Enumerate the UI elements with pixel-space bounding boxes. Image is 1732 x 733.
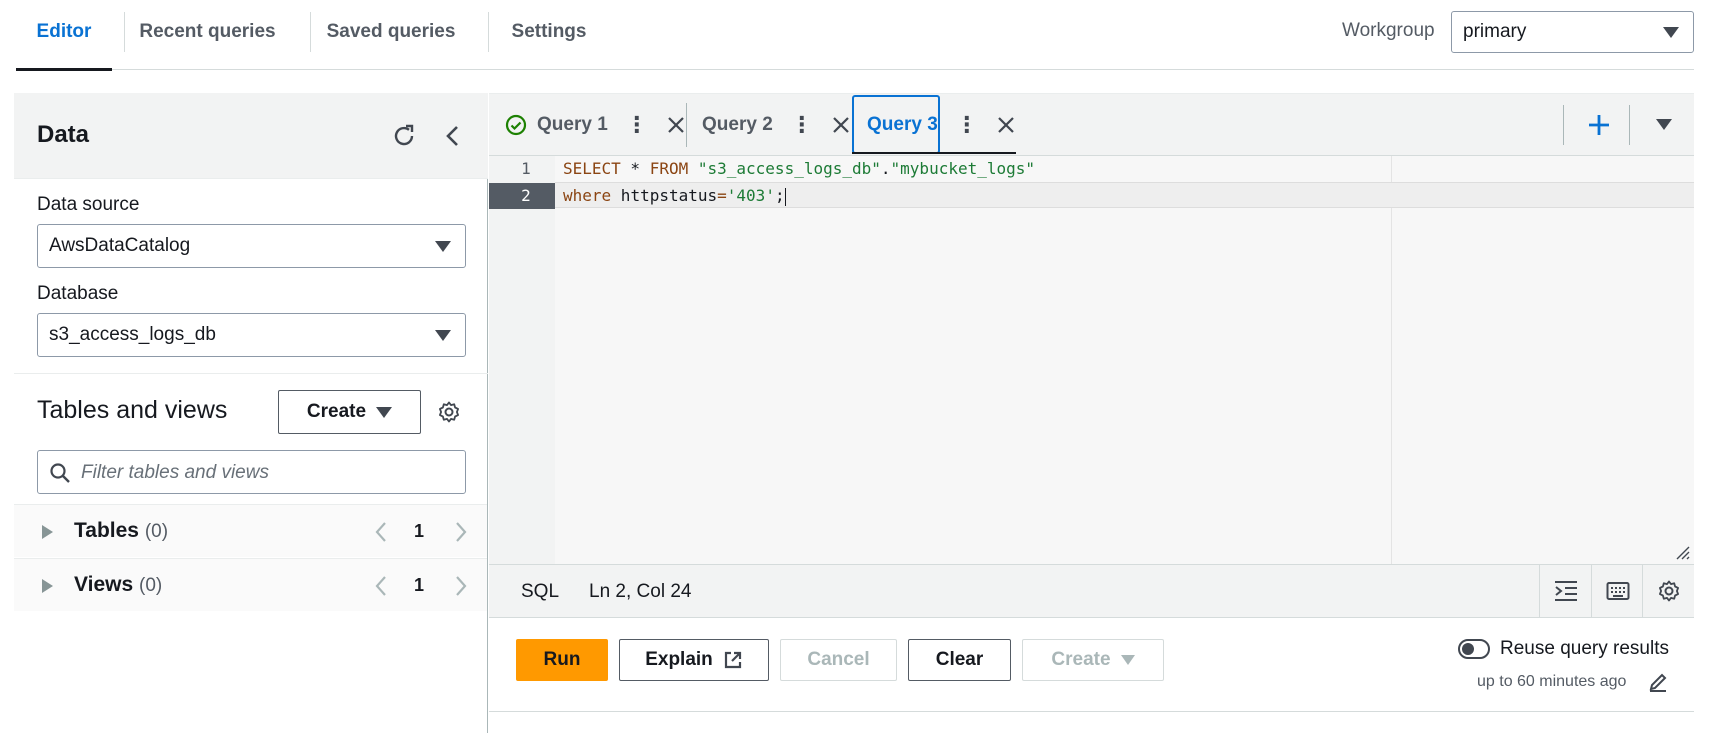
external-link-icon	[724, 651, 741, 669]
data-source-select[interactable]: AwsDataCatalog	[37, 224, 466, 268]
views-count: (0)	[139, 575, 163, 596]
query-tab-label: Query 2	[702, 114, 773, 135]
query-tab-label: Query 3	[867, 114, 938, 135]
line-gutter: 1 2	[489, 156, 555, 564]
workgroup-label: Workgroup	[1342, 20, 1435, 41]
workgroup-select[interactable]: primary	[1451, 11, 1694, 53]
divider	[14, 373, 488, 374]
tables-views-title: Tables and views	[37, 396, 228, 424]
tab-query-2[interactable]: Query 2 ⋮	[702, 94, 851, 156]
tab-editor[interactable]: Editor	[16, 0, 112, 71]
more-options-icon[interactable]: ⋮	[956, 112, 978, 138]
data-source-label: Data source	[37, 194, 140, 215]
query-tab-label: Query 1	[537, 114, 608, 135]
workgroup-value: primary	[1463, 21, 1527, 42]
prev-page-icon[interactable]	[374, 575, 388, 597]
next-page-icon[interactable]	[454, 575, 468, 597]
tables-row[interactable]: Tables (0) 1	[14, 504, 487, 557]
run-button[interactable]: Run	[516, 639, 608, 681]
close-icon[interactable]	[996, 115, 1016, 135]
caret-down-icon	[1663, 27, 1679, 38]
tables-count: (0)	[144, 521, 169, 542]
query-tabs-bar: Query 1 ⋮ Query 2 ⋮ Query 3 ⋮	[489, 94, 1694, 156]
refresh-icon[interactable]	[389, 121, 419, 151]
reuse-results-subtext: up to 60 minutes ago	[1477, 673, 1627, 690]
language-label: SQL	[521, 581, 560, 602]
clear-button[interactable]: Clear	[908, 639, 1011, 681]
tab-query-3[interactable]: Query 3 ⋮	[867, 94, 1016, 156]
create-dropdown-button[interactable]: Create	[1022, 639, 1164, 681]
top-nav: Editor Recent queries Saved queries Sett…	[16, 0, 1694, 71]
more-options-icon[interactable]: ⋮	[626, 112, 648, 138]
data-panel: Data Data source AwsDataCatalog Database…	[14, 93, 488, 733]
explain-button[interactable]: Explain	[619, 639, 769, 681]
add-query-icon[interactable]	[1584, 110, 1614, 140]
views-row[interactable]: Views (0) 1	[14, 558, 487, 611]
tab-divider	[1629, 105, 1630, 145]
gear-icon[interactable]	[435, 398, 463, 426]
reuse-results-label: Reuse query results	[1500, 638, 1669, 659]
tables-label: Tables (0)	[74, 519, 169, 542]
edit-pencil-icon[interactable]	[1648, 672, 1668, 692]
views-page-number[interactable]: 1	[414, 575, 424, 596]
more-options-icon[interactable]: ⋮	[791, 112, 813, 138]
expand-icon[interactable]	[42, 525, 53, 539]
toggle-knob	[1462, 643, 1474, 655]
caret-down-icon	[376, 406, 393, 418]
next-page-icon[interactable]	[454, 521, 468, 543]
tables-page-number[interactable]: 1	[414, 521, 424, 542]
data-panel-header: Data	[14, 93, 488, 179]
editor-settings-gear-icon[interactable]	[1642, 565, 1694, 617]
line-number: 2	[489, 183, 555, 209]
tab-divider	[686, 103, 687, 147]
explain-label: Explain	[645, 649, 713, 670]
tabs-menu-icon[interactable]	[1652, 114, 1676, 134]
search-icon	[50, 463, 70, 483]
database-select[interactable]: s3_access_logs_db	[37, 313, 466, 357]
create-label: Create	[1051, 649, 1111, 670]
resize-handle-icon[interactable]	[1676, 546, 1690, 560]
filter-placeholder: Filter tables and views	[81, 462, 269, 483]
database-value: s3_access_logs_db	[49, 324, 216, 345]
query-actions: Run Explain Cancel Clear Create Reuse qu…	[489, 618, 1694, 712]
tab-settings[interactable]: Settings	[489, 0, 609, 70]
collapse-panel-icon[interactable]	[438, 121, 468, 151]
create-table-button[interactable]: Create	[278, 390, 421, 434]
views-label: Views (0)	[74, 573, 163, 596]
data-panel-title: Data	[37, 121, 90, 148]
data-source-value: AwsDataCatalog	[49, 235, 191, 256]
cancel-button[interactable]: Cancel	[780, 639, 897, 681]
database-label: Database	[37, 283, 119, 304]
caret-down-icon	[435, 241, 451, 252]
success-icon	[505, 114, 527, 136]
code-line: where httpstatus='403';	[555, 182, 1694, 208]
prev-page-icon[interactable]	[374, 521, 388, 543]
tab-recent-queries[interactable]: Recent queries	[125, 0, 290, 70]
create-label: Create	[306, 401, 367, 422]
cursor-position: Ln 2, Col 24	[589, 581, 692, 602]
query-editor: Query 1 ⋮ Query 2 ⋮ Query 3 ⋮ 1 2 SELECT…	[489, 93, 1694, 733]
editor-status-bar: SQL Ln 2, Col 24	[489, 564, 1694, 618]
reuse-results-toggle[interactable]	[1458, 639, 1490, 659]
text-cursor	[784, 187, 786, 206]
filter-tables-input[interactable]: Filter tables and views	[37, 450, 466, 494]
close-icon[interactable]	[666, 115, 686, 135]
close-icon[interactable]	[831, 115, 851, 135]
print-margin	[1391, 156, 1392, 564]
code-editor[interactable]: 1 2 SELECT * FROM "s3_access_logs_db"."m…	[489, 156, 1694, 564]
tab-divider	[1563, 105, 1564, 145]
tab-query-1[interactable]: Query 1 ⋮	[505, 94, 686, 156]
expand-icon[interactable]	[42, 579, 53, 593]
caret-down-icon	[1120, 655, 1135, 665]
keyboard-icon[interactable]	[1591, 565, 1643, 617]
code-line: SELECT * FROM "s3_access_logs_db"."mybuc…	[563, 159, 1036, 178]
caret-down-icon	[435, 330, 451, 341]
tab-saved-queries[interactable]: Saved queries	[311, 0, 471, 70]
line-number: 1	[521, 159, 531, 178]
format-query-icon[interactable]	[1539, 565, 1591, 617]
